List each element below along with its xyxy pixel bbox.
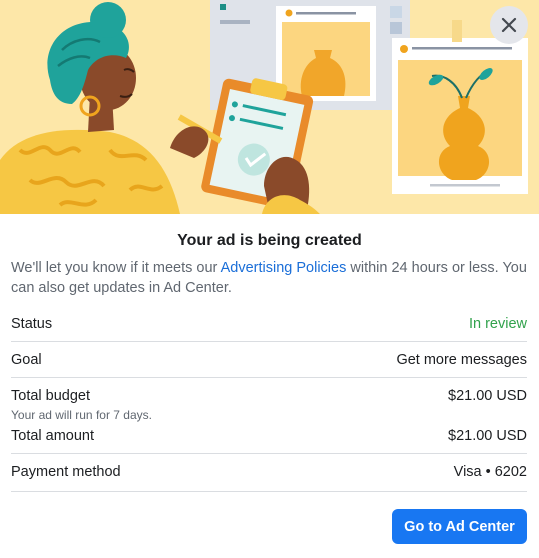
go-to-ad-center-button[interactable]: Go to Ad Center [392,509,527,544]
amount-value: $21.00 USD [448,428,527,444]
goal-value: Get more messages [396,352,527,368]
budget-duration-note: Your ad will run for 7 days. [11,408,152,422]
close-icon [501,17,517,33]
divider [11,377,527,378]
budget-value: $21.00 USD [448,388,527,404]
hero-illustration [0,0,539,214]
dialog-title: Your ad is being created [177,232,362,249]
payment-value: Visa • 6202 [453,464,527,480]
divider [11,453,527,454]
status-label: Status [11,316,53,332]
divider [11,341,527,342]
dialog-content: Your ad is being created We'll let you k… [0,214,539,558]
advertising-policies-link[interactable]: Advertising Policies [221,260,347,276]
divider [11,491,527,492]
goal-label: Goal [11,352,42,368]
close-button[interactable] [490,6,528,44]
budget-label: Total budget [11,388,91,404]
description-text-start: We'll let you know if it meets our [11,260,221,276]
illustration-svg [0,0,539,214]
amount-label: Total amount [11,428,95,444]
status-value: In review [468,316,527,332]
payment-label: Payment method [11,464,121,480]
dialog-description: We'll let you know if it meets our Adver… [11,258,531,298]
